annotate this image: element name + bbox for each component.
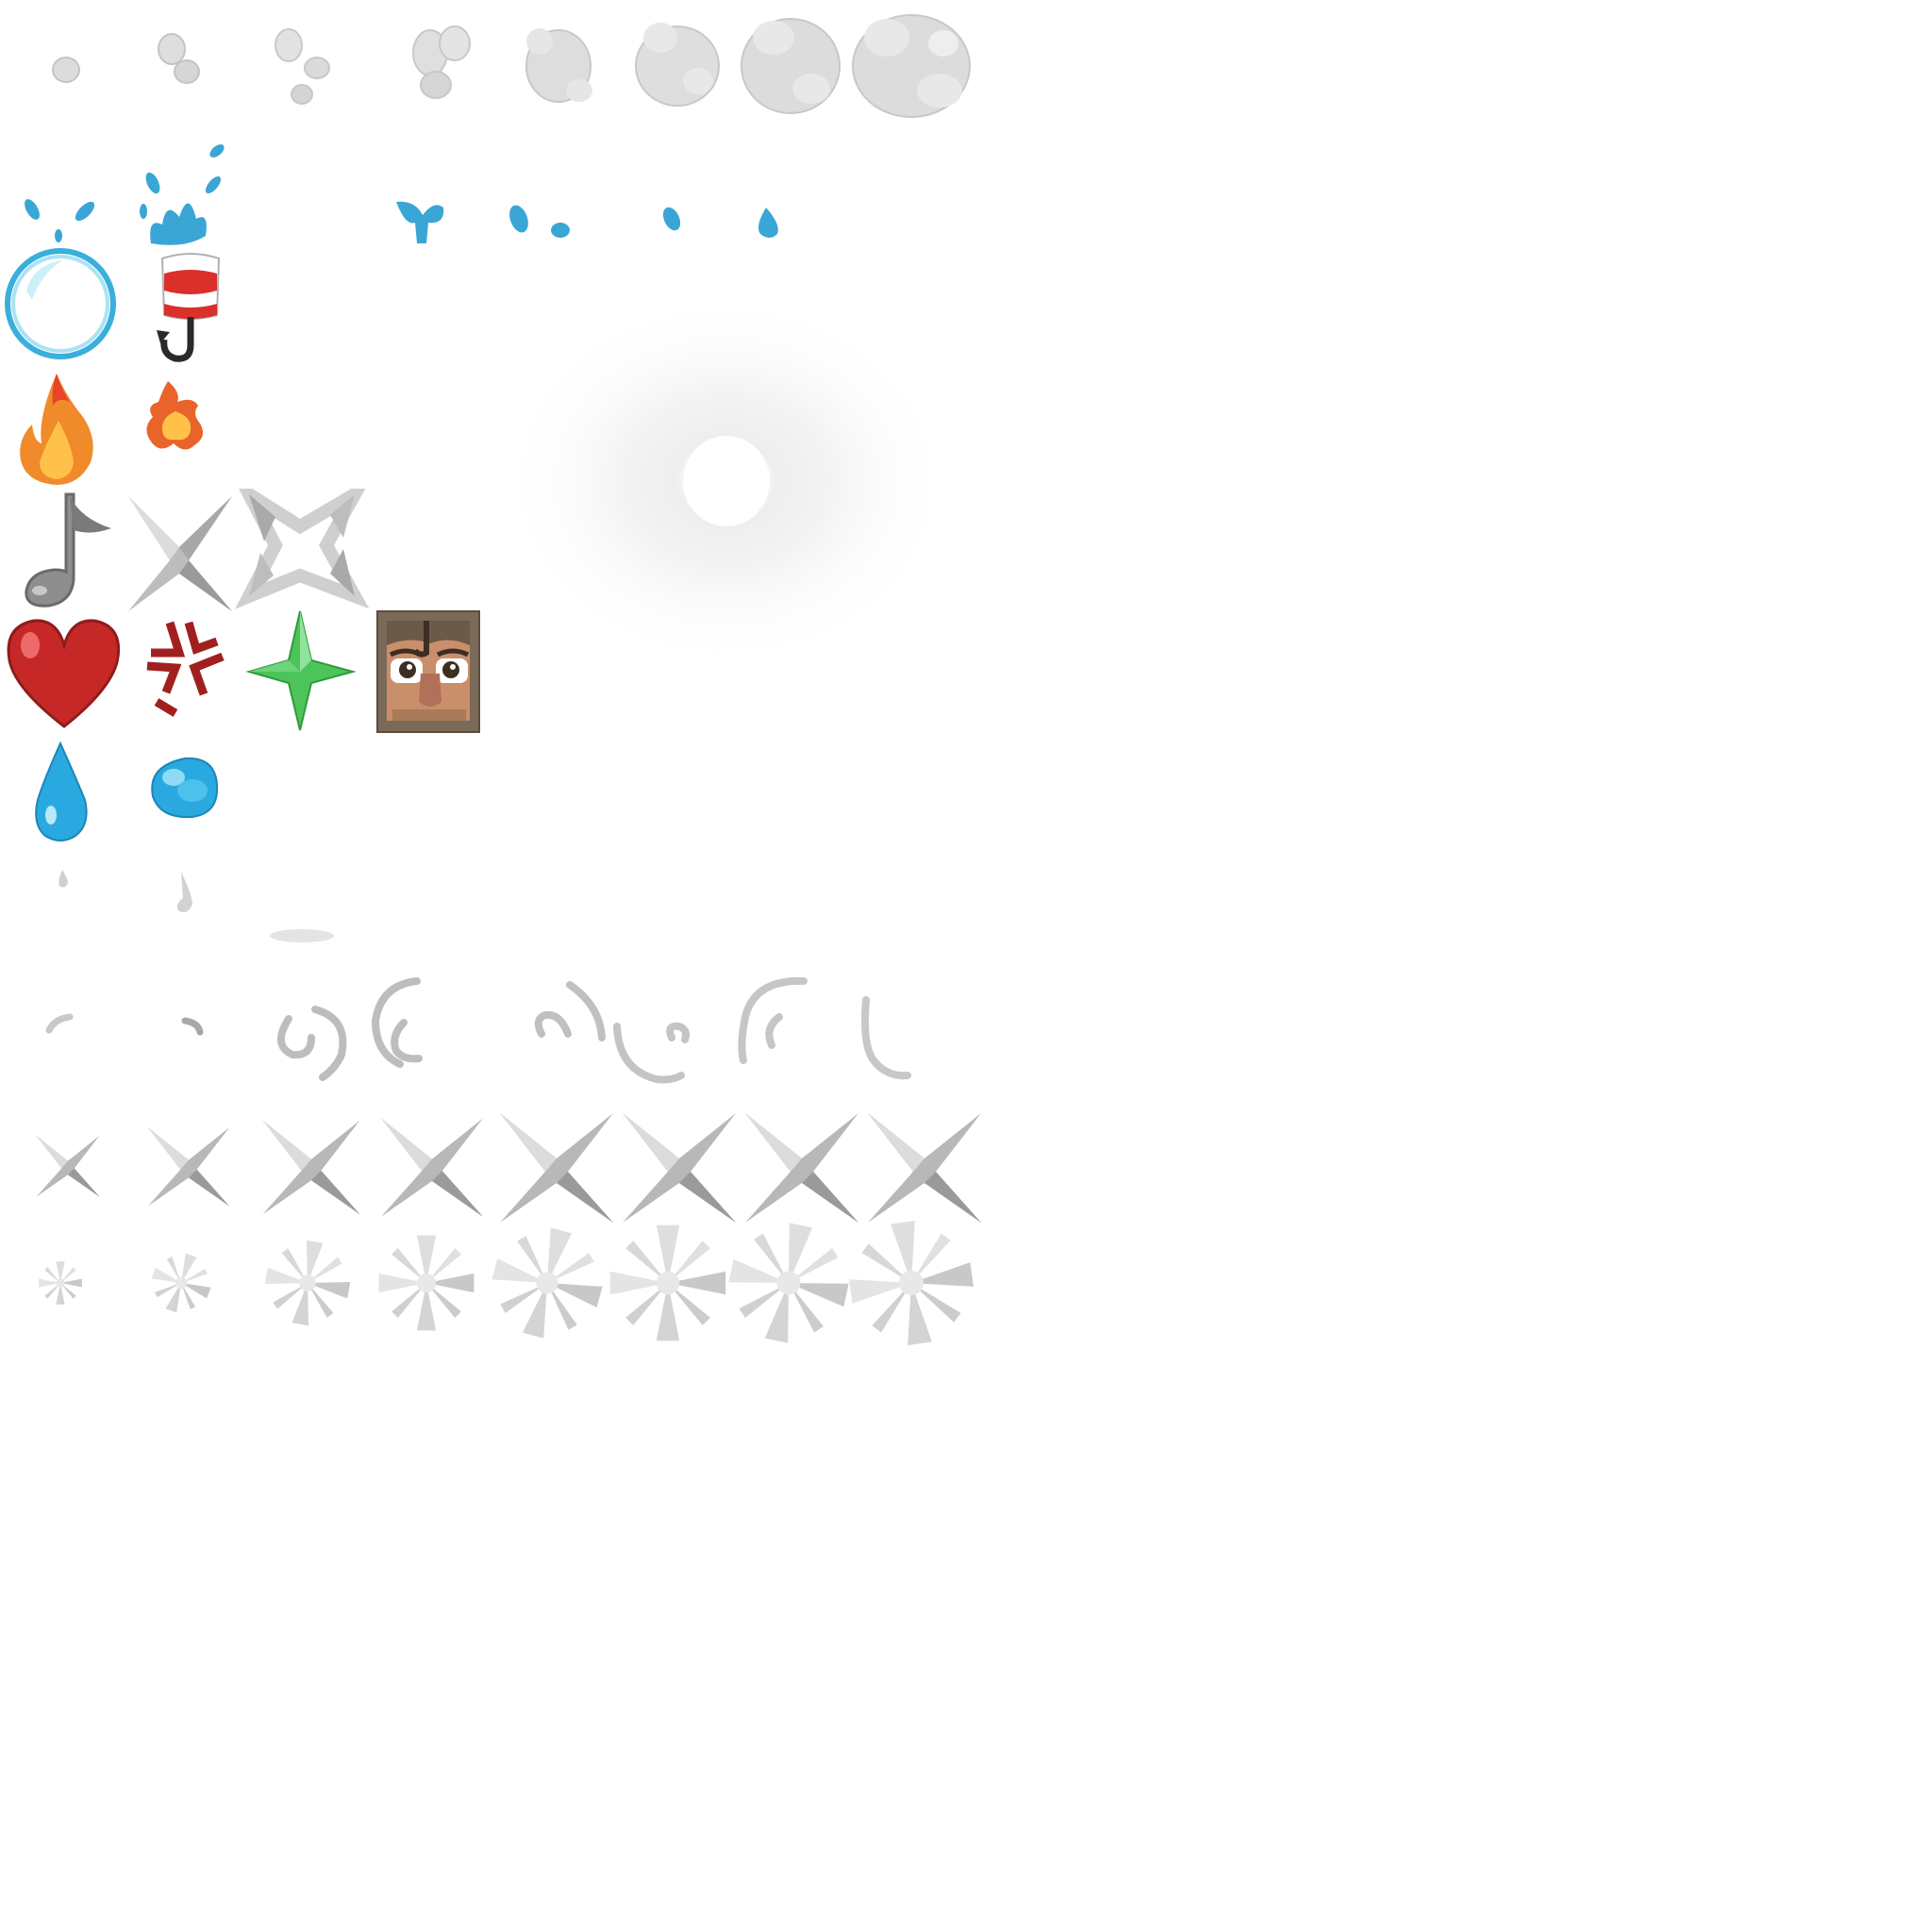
emote-row — [7, 610, 480, 733]
smoke-puff-row — [52, 14, 971, 118]
tiny-drop-icon — [58, 870, 68, 888]
smoke-icon — [52, 57, 80, 83]
burst-icon — [378, 1235, 475, 1331]
sweep-arc-icon — [277, 1006, 347, 1081]
splash-icon — [662, 207, 681, 231]
smoke-icon — [852, 14, 971, 118]
bubble-icon — [5, 248, 116, 359]
drip-row — [35, 741, 219, 841]
small-drop-icon — [176, 872, 192, 912]
smoke-icon — [525, 28, 592, 103]
sweep-arc-row — [45, 976, 911, 1084]
smoke-icon — [635, 23, 720, 107]
burst-icon — [609, 1224, 726, 1341]
water-drop-icon — [35, 741, 88, 841]
water-splash-row — [25, 144, 778, 245]
music-note-icon — [25, 492, 111, 608]
sweep-arc-icon — [738, 976, 808, 1064]
sweep-arc-icon — [371, 977, 423, 1068]
burst-star-row — [39, 1221, 981, 1345]
splash-icon — [509, 205, 570, 238]
bubble-bobber-row — [5, 248, 221, 362]
sweep-arc-icon — [861, 996, 911, 1080]
crit-star-icon — [623, 1113, 736, 1223]
water-blob-icon — [151, 757, 219, 819]
crit-star-icon — [745, 1113, 858, 1223]
smoke-icon — [412, 25, 471, 99]
burst-icon — [718, 1221, 859, 1345]
crit-star-icon — [381, 1118, 483, 1217]
burst-icon — [39, 1261, 82, 1305]
flat-ellipse-icon — [270, 929, 334, 942]
crit-star-row — [36, 1113, 981, 1223]
burst-icon — [258, 1234, 357, 1332]
villager-face-icon — [376, 610, 480, 733]
crit-star-icon — [868, 1113, 981, 1223]
smoke-icon — [741, 18, 841, 114]
splash-icon — [25, 199, 95, 242]
splash-icon — [140, 144, 225, 245]
burst-icon — [143, 1245, 219, 1321]
angry-vein-icon — [146, 621, 225, 717]
crit-star-icon — [147, 1127, 230, 1207]
burst-icon — [841, 1221, 981, 1345]
soft-glow-sprite — [500, 292, 953, 670]
green-sparkle-icon — [245, 610, 357, 731]
sweep-arc-icon — [181, 1017, 204, 1036]
burst-icon — [480, 1221, 614, 1345]
note-crit-row — [25, 489, 370, 611]
flame-row — [20, 374, 204, 485]
sweep-arc-icon — [534, 981, 606, 1041]
crit-star-icon — [262, 1120, 360, 1215]
outlined-crit-star-icon — [235, 489, 370, 609]
crit-star-icon — [128, 496, 232, 611]
small-particle-row — [58, 870, 334, 942]
smoke-icon — [275, 28, 330, 105]
crit-star-icon — [500, 1113, 613, 1223]
crit-star-icon — [36, 1135, 100, 1197]
sweep-arc-icon — [45, 1013, 74, 1034]
sweep-arc-icon — [613, 1022, 691, 1084]
smoke-icon — [158, 33, 200, 84]
splash-icon — [758, 208, 778, 238]
flame-icon — [20, 374, 93, 485]
splash-icon — [396, 201, 444, 243]
small-flame-icon — [146, 381, 204, 450]
particle-texture-atlas — [0, 0, 1932, 1932]
fishing-bobber-icon — [157, 253, 221, 362]
heart-icon — [7, 619, 121, 728]
